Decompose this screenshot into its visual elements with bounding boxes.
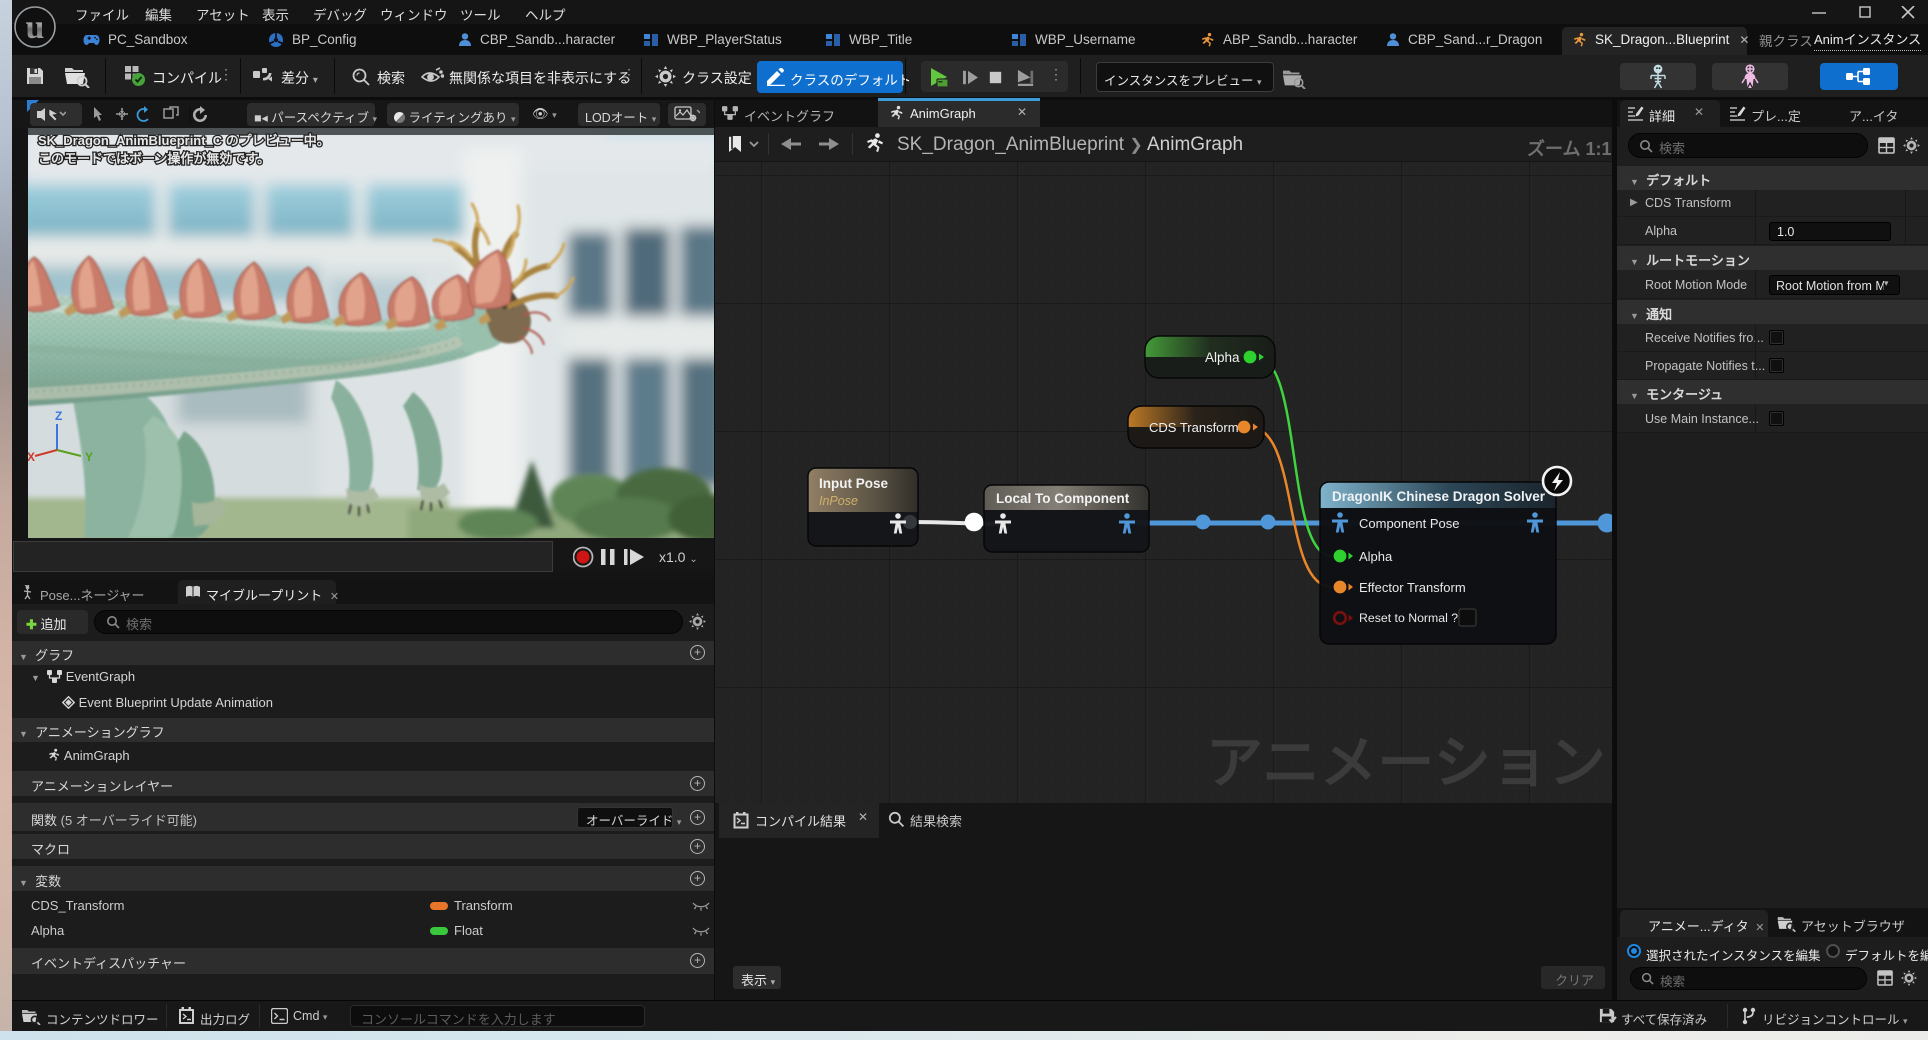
svg-text:SK_Dragon_AnimBlueprint_C のプレビ: SK_Dragon_AnimBlueprint_C のプレビュー中。 [38, 133, 330, 148]
svg-text:Z: Z [55, 409, 62, 423]
svg-text:Local To Component: Local To Component [996, 491, 1130, 506]
svg-text:Alpha: Alpha [1359, 549, 1393, 564]
svg-text:アニメーション: アニメーション [1206, 731, 1606, 795]
svg-text:Reset to Normal ?: Reset to Normal ? [1359, 611, 1458, 625]
svg-text:X: X [28, 450, 35, 464]
svg-text:Y: Y [85, 450, 93, 464]
svg-text:Component Pose: Component Pose [1359, 516, 1459, 531]
svg-text:InPose: InPose [819, 494, 858, 508]
svg-text:Effector Transform: Effector Transform [1359, 580, 1466, 595]
svg-text:Input Pose: Input Pose [819, 476, 888, 491]
svg-text:Alpha: Alpha [1205, 350, 1240, 365]
svg-text:このモードではボーン操作が無効です。: このモードではボーン操作が無効です。 [38, 151, 270, 166]
svg-text:DragonIK Chinese Dragon Solver: DragonIK Chinese Dragon Solver [1332, 489, 1546, 504]
svg-text:u: u [26, 9, 45, 46]
svg-text:CDS Transform: CDS Transform [1149, 420, 1239, 435]
